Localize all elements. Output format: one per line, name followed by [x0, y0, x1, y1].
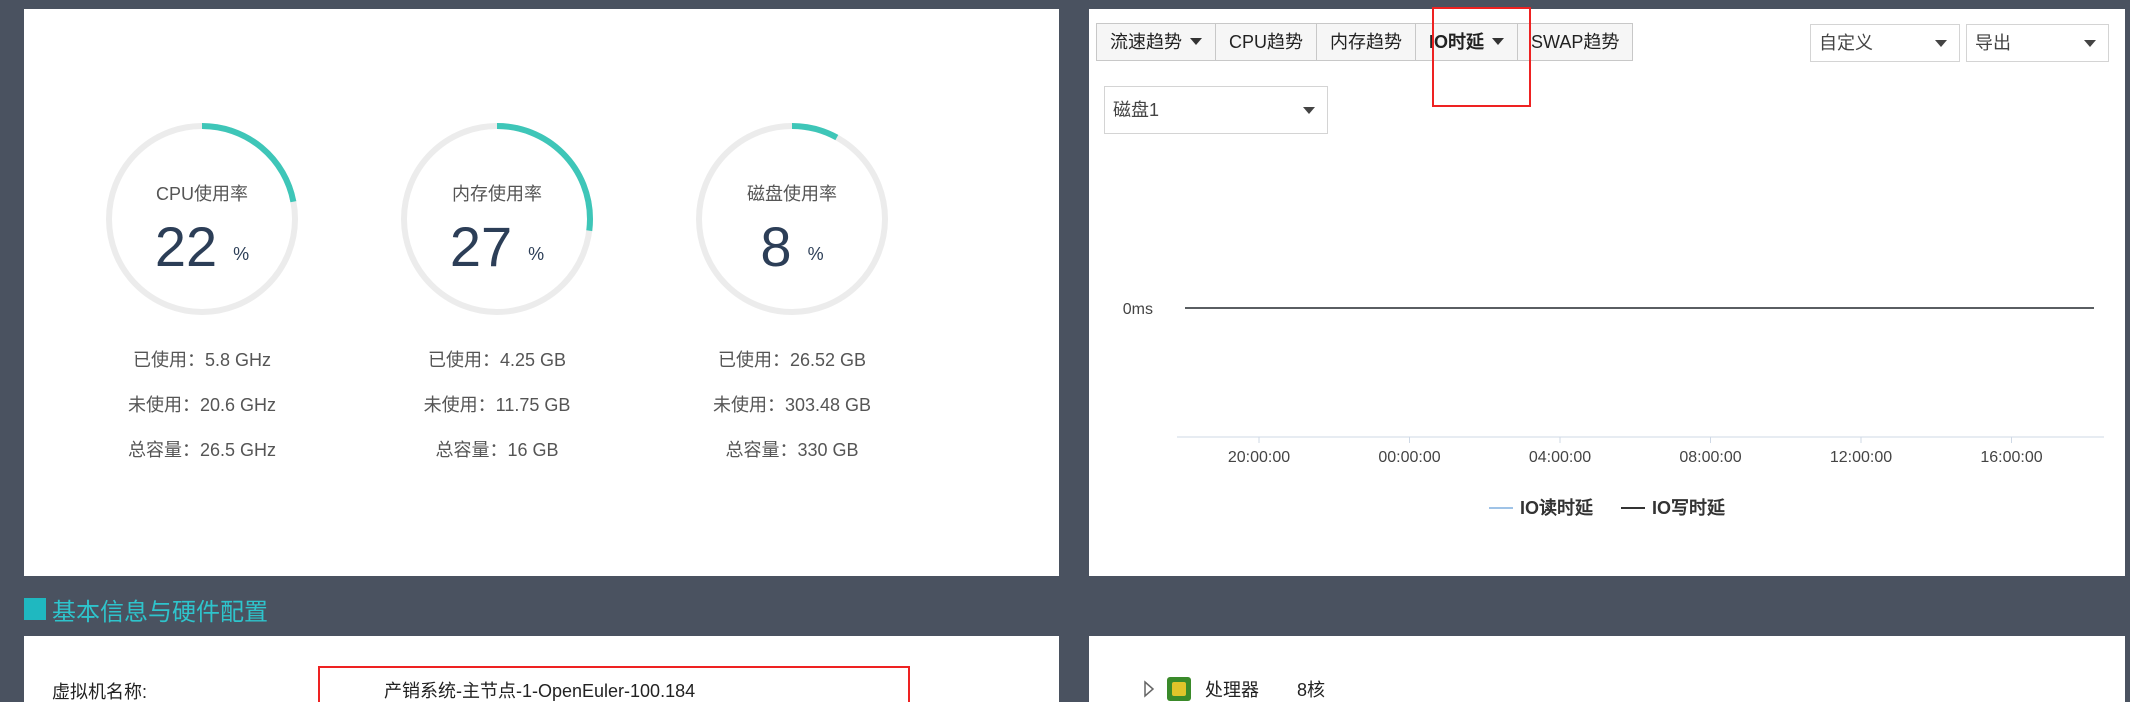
chevron-down-icon — [2084, 40, 2096, 47]
cpu-free: 未使用：20.6 GHz — [127, 395, 277, 415]
x-tick-label: 04:00:00 — [1529, 449, 1591, 466]
disk-select[interactable]: 磁盘1 — [1104, 86, 1328, 134]
memory-stats: 已使用：4.25 GB 未使用：11.75 GB 总容量：16 GB — [352, 350, 642, 485]
disk-gauge-title: 磁盘使用率 — [747, 184, 837, 204]
trend-panel: 0ms 20:00:00 00:00:00 04:00:00 08:00:00 12:00… — [1089, 7, 2125, 576]
tab-swap-trend[interactable]: SWAP趋势 — [1517, 23, 1634, 61]
disk-total: 总容量：330 GB — [725, 440, 859, 460]
disk-stats: 已使用：26.52 GB 未使用：303.48 GB 总容量：330 GB — [647, 350, 937, 485]
cpu-usage-unit: % — [233, 244, 250, 264]
cpu-gauge-value: 22% — [97, 214, 307, 279]
tab-flow-trend[interactable]: 流速趋势 — [1096, 23, 1216, 61]
tab-cpu-trend[interactable]: CPU趋势 — [1215, 23, 1318, 61]
chevron-down-icon — [1190, 38, 1202, 45]
trend-tab-group: 流速趋势 CPU趋势 内存趋势 IO时延 SWAP趋势 — [1096, 23, 1634, 61]
y-tick-label: 0ms — [1123, 301, 1153, 318]
chevron-down-icon — [1303, 107, 1315, 114]
processor-icon — [1167, 677, 1191, 701]
disk-gauge-value: 8% — [687, 214, 897, 279]
section-heading: 基本信息与硬件配置 — [24, 594, 268, 626]
x-tick-label: 16:00:00 — [1980, 449, 2042, 466]
disk-free: 未使用：303.48 GB — [712, 395, 872, 415]
tab-flow-trend-label: 流速趋势 — [1110, 32, 1182, 52]
usage-panel: CPU使用率 22% 已使用：5.8 GHz 未使用：20.6 GHz 总容量：… — [24, 9, 1059, 576]
memory-gauge-value: 27% — [392, 214, 602, 279]
disk-select-value: 磁盘1 — [1113, 100, 1160, 120]
x-tick-label: 00:00:00 — [1378, 449, 1440, 466]
cpu-usage-number: 22 — [154, 215, 218, 278]
memory-gauge-title: 内存使用率 — [452, 184, 542, 204]
memory-gauge: 内存使用率 27% 已使用：4.25 GB 未使用：11.75 GB 总容量：1… — [392, 114, 602, 460]
vm-name-label: 虚拟机名称: — [52, 682, 148, 702]
tab-cpu-trend-label: CPU趋势 — [1229, 32, 1304, 52]
export-select[interactable]: 导出 — [1966, 24, 2109, 62]
cpu-gauge-title: CPU使用率 — [155, 184, 248, 204]
memory-free: 未使用：11.75 GB — [423, 395, 571, 415]
memory-usage-unit: % — [528, 244, 545, 264]
time-range-value: 自定义 — [1819, 33, 1873, 53]
cpu-gauge: CPU使用率 22% 已使用：5.8 GHz 未使用：20.6 GHz 总容量：… — [97, 114, 307, 460]
hardware-row-processor[interactable]: 处理器 8核 — [1143, 676, 1325, 702]
cpu-total: 总容量：26.5 GHz — [127, 440, 277, 460]
disk-usage-number: 8 — [760, 215, 792, 278]
disk-used: 已使用：26.52 GB — [717, 350, 867, 370]
expand-triangle-icon[interactable] — [1143, 680, 1155, 698]
disk-usage-unit: % — [807, 244, 824, 264]
cpu-used: 已使用：5.8 GHz — [132, 350, 272, 370]
basic-info-panel: 虚拟机名称: 产销系统-主节点-1-OpenEuler-100.184 — [24, 636, 1059, 702]
x-tick-label: 08:00:00 — [1679, 449, 1741, 466]
tab-swap-trend-label: SWAP趋势 — [1531, 32, 1620, 52]
x-tick-label: 20:00:00 — [1228, 449, 1290, 466]
memory-usage-number: 27 — [449, 215, 513, 278]
tab-memory-trend-label: 内存趋势 — [1330, 32, 1403, 52]
section-title: 基本信息与硬件配置 — [52, 598, 268, 626]
tab-memory-trend[interactable]: 内存趋势 — [1316, 23, 1417, 61]
cpu-stats: 已使用：5.8 GHz 未使用：20.6 GHz 总容量：26.5 GHz — [57, 350, 347, 485]
section-square-icon — [24, 598, 46, 620]
x-tick-label: 12:00:00 — [1830, 449, 1892, 466]
time-range-select[interactable]: 自定义 — [1810, 24, 1960, 62]
disk-gauge: 磁盘使用率 8% 已使用：26.52 GB 未使用：303.48 GB 总容量：… — [687, 114, 897, 460]
memory-used: 已使用：4.25 GB — [427, 350, 567, 370]
memory-total: 总容量：16 GB — [435, 440, 559, 460]
processor-value: 8核 — [1297, 680, 1326, 700]
chevron-down-icon — [1935, 40, 1947, 47]
vm-name-value: 产销系统-主节点-1-OpenEuler-100.184 — [384, 681, 696, 701]
legend-label: IO读时延 — [1520, 497, 1594, 518]
legend-label: IO写时延 — [1652, 498, 1726, 518]
processor-label: 处理器 — [1205, 680, 1259, 700]
export-label: 导出 — [1975, 33, 2011, 53]
io-tab-highlight-box — [1432, 7, 1531, 107]
hardware-panel: 处理器 8核 — [1089, 636, 2125, 702]
